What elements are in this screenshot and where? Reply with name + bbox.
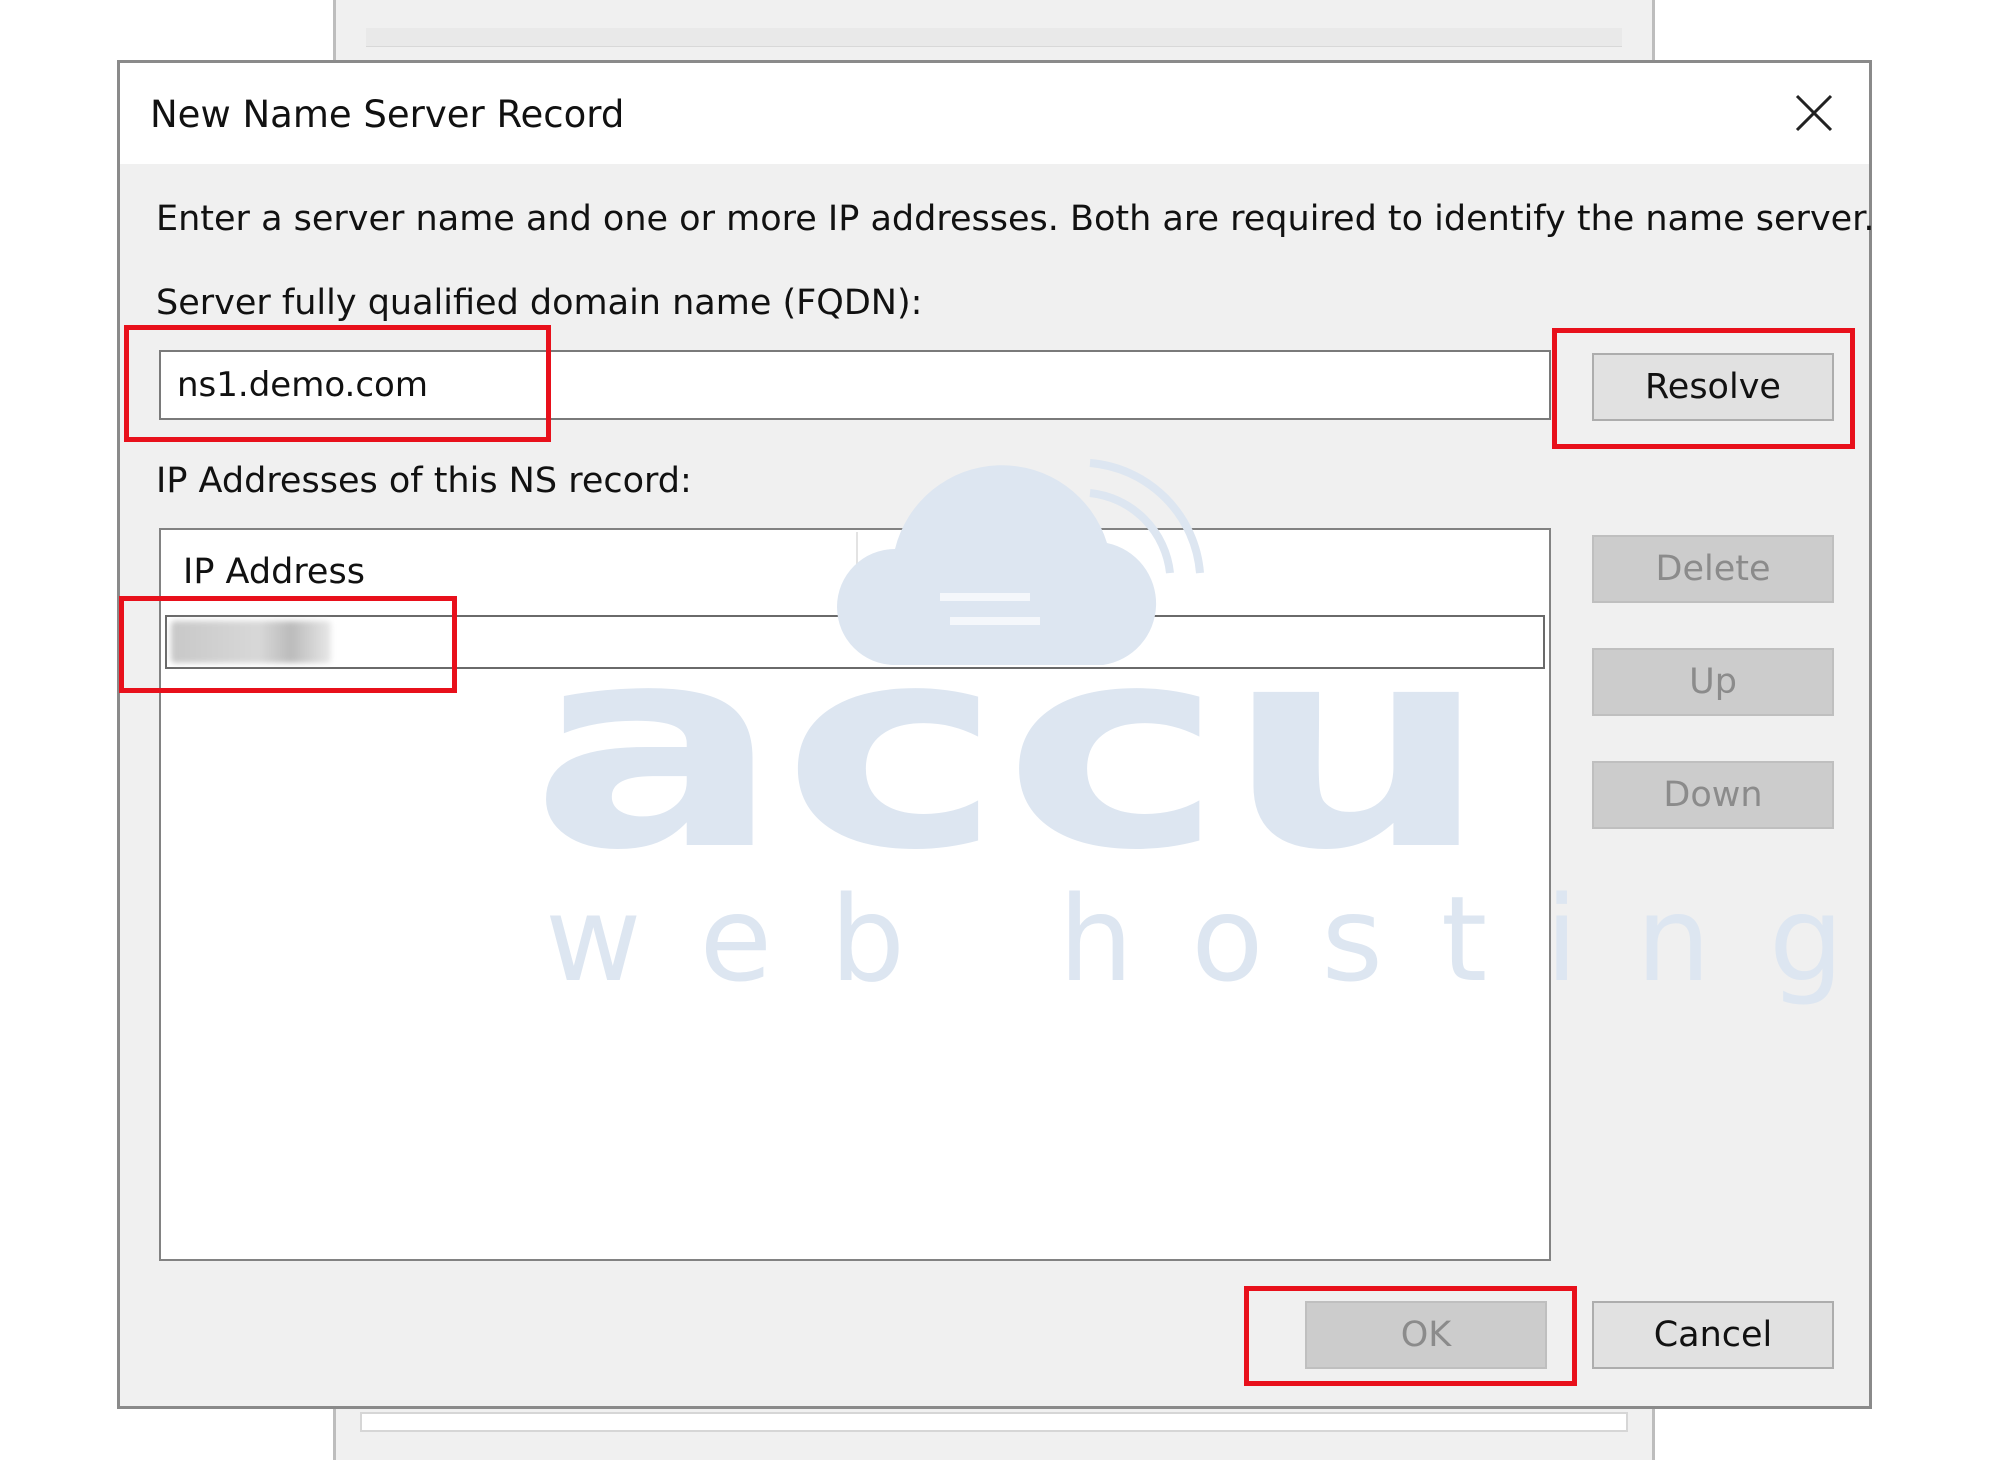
title-bar: New Name Server Record: [120, 63, 1869, 164]
list-header: IP Address Validated: [161, 530, 1549, 612]
dialog-title: New Name Server Record: [150, 93, 625, 136]
column-header-validated[interactable]: Validated: [876, 552, 1039, 592]
up-button[interactable]: Up: [1592, 648, 1834, 716]
resolve-button[interactable]: Resolve: [1592, 353, 1834, 421]
ok-button[interactable]: OK: [1305, 1301, 1547, 1369]
redacted-ip-address: [171, 621, 331, 663]
close-icon: [1795, 94, 1833, 132]
fqdn-input[interactable]: [159, 350, 1551, 420]
ip-address-list[interactable]: IP Address Validated: [159, 528, 1551, 1261]
ip-address-edit-row[interactable]: [165, 615, 1545, 669]
instructions-text: Enter a server name and one or more IP a…: [156, 199, 1875, 239]
cancel-button[interactable]: Cancel: [1592, 1301, 1834, 1369]
new-name-server-record-dialog: New Name Server Record Enter a server na…: [117, 60, 1875, 1409]
background-window-footer: [360, 1412, 1628, 1432]
ip-addresses-label: IP Addresses of this NS record:: [156, 461, 692, 501]
background-window-strip: [366, 28, 1622, 47]
column-separator[interactable]: [856, 532, 858, 608]
column-header-ip-address[interactable]: IP Address: [183, 552, 365, 592]
fqdn-label: Server fully qualified domain name (FQDN…: [156, 283, 923, 323]
delete-button[interactable]: Delete: [1592, 535, 1834, 603]
close-button[interactable]: [1783, 83, 1845, 143]
down-button[interactable]: Down: [1592, 761, 1834, 829]
